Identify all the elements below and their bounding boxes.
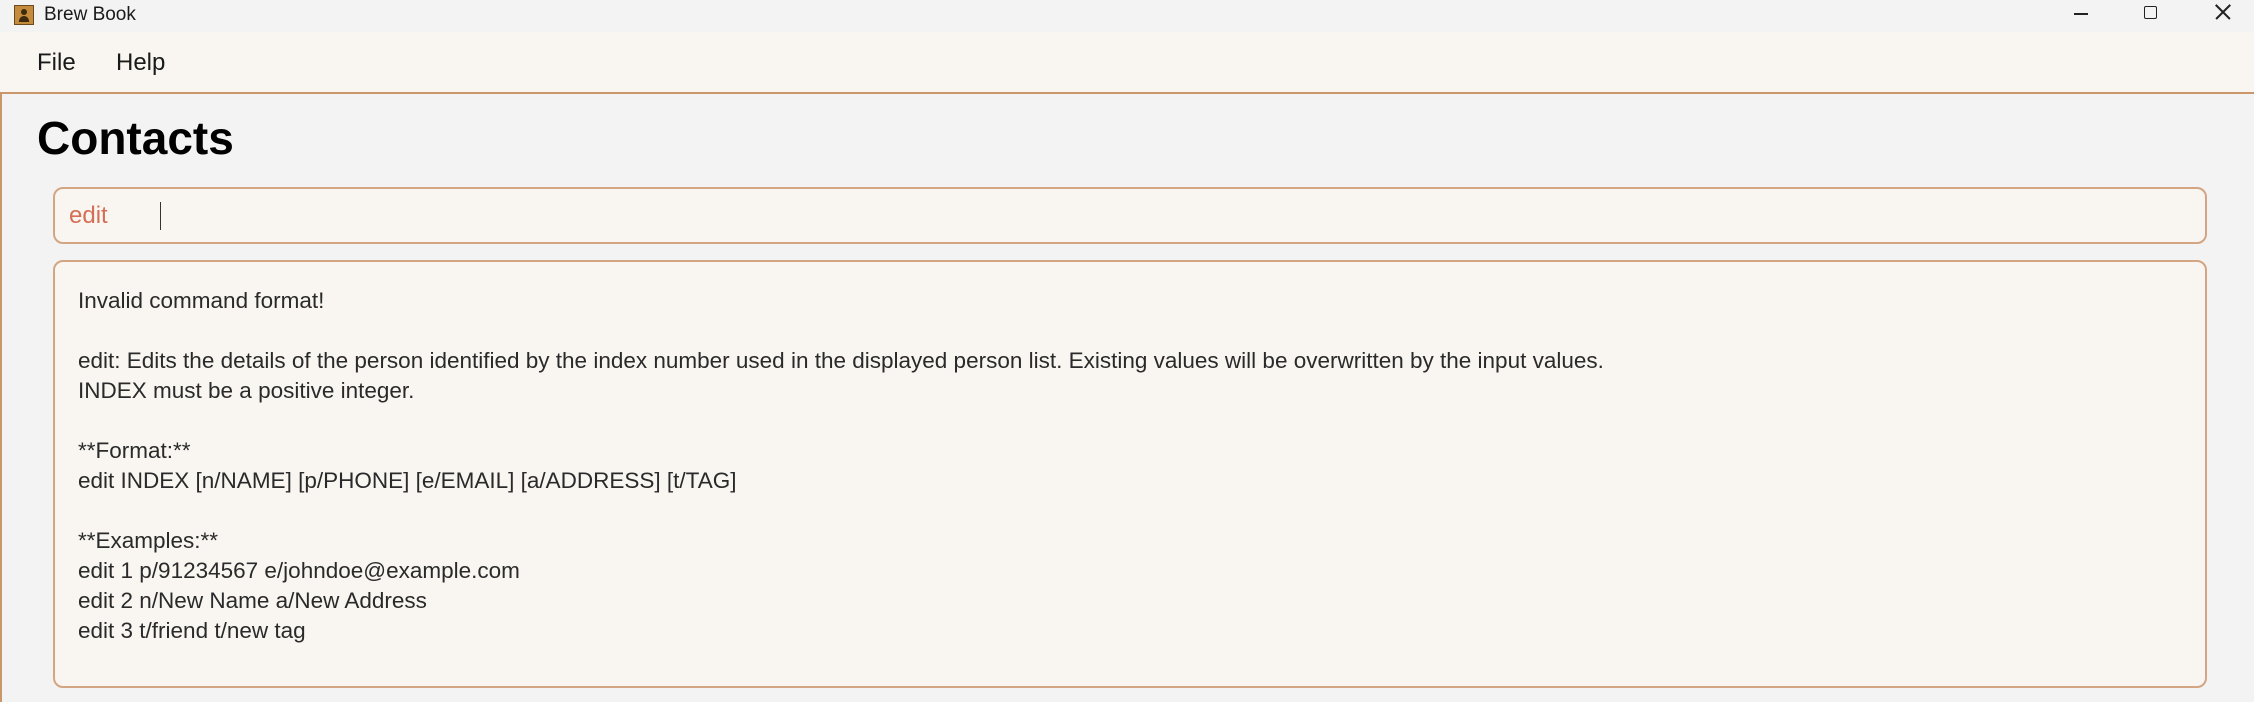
menu-help[interactable]: Help xyxy=(116,48,165,78)
minimize-button[interactable] xyxy=(2046,0,2116,30)
result-line xyxy=(78,496,2178,526)
result-line: **Examples:** xyxy=(78,528,219,553)
command-input[interactable] xyxy=(69,199,2169,233)
command-box[interactable] xyxy=(53,187,2207,244)
maximize-button[interactable] xyxy=(2116,0,2186,30)
result-line: edit INDEX [n/NAME] [p/PHONE] [e/EMAIL] … xyxy=(78,468,737,493)
menu-file[interactable]: File xyxy=(37,48,76,78)
close-button[interactable] xyxy=(2186,0,2254,30)
page-title: Contacts xyxy=(37,112,234,164)
result-line: edit 3 t/friend t/new tag xyxy=(78,618,306,643)
result-line: INDEX must be a positive integer. xyxy=(78,378,415,403)
window-title: Brew Book xyxy=(44,4,136,25)
result-line: **Format:** xyxy=(78,438,191,463)
result-text: Invalid command format! edit: Edits the … xyxy=(78,286,2178,646)
title-bar: Brew Book xyxy=(0,0,2254,32)
result-line: edit: Edits the details of the person id… xyxy=(78,348,1604,373)
menu-bar: File Help xyxy=(0,32,2254,94)
result-line: edit 2 n/New Name a/New Address xyxy=(78,588,427,613)
result-display[interactable]: Invalid command format! edit: Edits the … xyxy=(53,260,2207,688)
minimize-icon xyxy=(2074,13,2088,15)
result-line xyxy=(78,316,2178,346)
window-left-border xyxy=(0,94,2,702)
maximize-icon xyxy=(2144,6,2157,19)
result-line: Invalid command format! xyxy=(78,288,325,313)
person-card-icon xyxy=(14,5,34,25)
close-icon xyxy=(2213,3,2231,21)
text-caret xyxy=(160,202,161,230)
result-line: edit 1 p/91234567 e/johndoe@example.com xyxy=(78,558,520,583)
result-line xyxy=(78,406,2178,436)
